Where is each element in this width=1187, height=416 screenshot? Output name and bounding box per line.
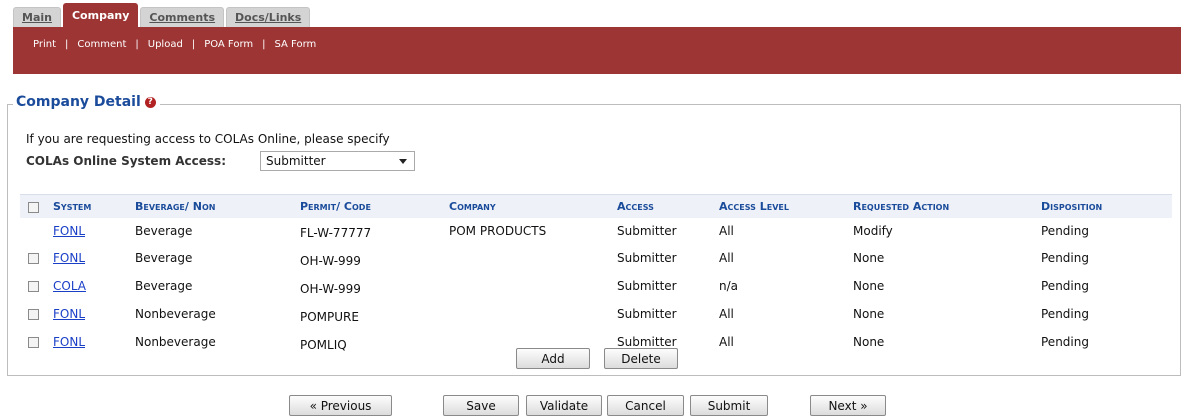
previous-button[interactable]: « Previous	[289, 395, 392, 416]
cell-requested-action: None	[853, 251, 885, 265]
system-access-select[interactable]: Submitter	[260, 151, 415, 171]
col-system[interactable]: System	[53, 194, 135, 218]
action-bar: Print | Comment | Upload | POA Form | SA…	[13, 27, 1181, 74]
row-checkbox[interactable]	[28, 337, 39, 348]
tab-bar: Main Company Comments Docs/Links	[13, 3, 311, 27]
company-table: System Beverage/ Non Permit/ Code Compan…	[20, 194, 1172, 356]
table-row: FONL Nonbeverage POMLIQ Submitter All No…	[20, 328, 1172, 356]
row-checkbox[interactable]	[28, 309, 39, 320]
cell-access: Submitter	[617, 307, 677, 321]
table-row: COLA Beverage OH-W-999 Submitter n/a Non…	[20, 272, 1172, 300]
cell-beverage: Beverage	[135, 279, 193, 293]
cell-requested-action: Modify	[853, 224, 893, 238]
cell-permit: OH-W-999	[300, 282, 361, 296]
cell-beverage: Beverage	[135, 224, 193, 238]
row-checkbox[interactable]	[28, 281, 39, 292]
cell-access-level: All	[719, 224, 734, 238]
cell-beverage: Nonbeverage	[135, 335, 216, 349]
cell-permit: POMLIQ	[300, 338, 347, 352]
cell-access-level: n/a	[719, 279, 739, 293]
add-button[interactable]: Add	[516, 348, 590, 369]
cell-requested-action: None	[853, 335, 885, 349]
cell-access-level: All	[719, 307, 734, 321]
cancel-button[interactable]: Cancel	[607, 395, 684, 416]
separator: |	[65, 39, 69, 50]
save-button[interactable]: Save	[443, 395, 519, 416]
cell-access-level: All	[719, 335, 734, 349]
cell-beverage: Nonbeverage	[135, 307, 216, 321]
access-label: COLAs Online System Access:	[26, 154, 226, 168]
system-link[interactable]: FONL	[53, 335, 85, 349]
upload-link[interactable]: Upload	[148, 39, 183, 50]
col-disposition[interactable]: Disposition	[1041, 194, 1172, 218]
system-link[interactable]: FONL	[53, 224, 85, 238]
cell-requested-action: None	[853, 279, 885, 293]
select-all-cell	[20, 194, 53, 218]
separator: |	[262, 39, 266, 50]
row-checkbox-cell	[20, 218, 53, 244]
cell-access-level: All	[719, 251, 734, 265]
delete-button[interactable]: Delete	[604, 348, 678, 369]
row-checkbox-cell	[20, 328, 53, 356]
cell-access: Submitter	[617, 279, 677, 293]
row-checkbox[interactable]	[28, 253, 39, 264]
row-checkbox-cell	[20, 244, 53, 272]
cell-permit: OH-W-999	[300, 254, 361, 268]
cell-access: Submitter	[617, 251, 677, 265]
section-title-text: Company Detail	[16, 94, 141, 110]
col-permit[interactable]: Permit/ Code	[300, 194, 449, 218]
cell-company: POM PRODUCTS	[449, 224, 547, 238]
system-link[interactable]: FONL	[53, 251, 85, 265]
cell-disposition: Pending	[1041, 251, 1089, 265]
table-row: FONL Beverage FL-W-77777 POM PRODUCTS Su…	[20, 218, 1172, 244]
select-value: Submitter	[266, 154, 326, 168]
cell-disposition: Pending	[1041, 307, 1089, 321]
cell-company	[449, 244, 617, 272]
system-link[interactable]: COLA	[53, 279, 86, 293]
tab-main[interactable]: Main	[13, 7, 61, 27]
cell-permit: POMPURE	[300, 310, 359, 324]
col-access[interactable]: Access	[617, 194, 719, 218]
col-access-level[interactable]: Access Level	[719, 194, 853, 218]
tab-docs-links[interactable]: Docs/Links	[226, 7, 311, 27]
table-row: FONL Nonbeverage POMPURE Submitter All N…	[20, 300, 1172, 328]
select-all-checkbox[interactable]	[28, 201, 39, 213]
sa-form-link[interactable]: SA Form	[275, 39, 317, 50]
cell-disposition: Pending	[1041, 335, 1089, 349]
chevron-down-icon	[399, 159, 407, 164]
poa-form-link[interactable]: POA Form	[204, 39, 253, 50]
next-button[interactable]: Next »	[810, 395, 886, 416]
cell-beverage: Beverage	[135, 251, 193, 265]
print-link[interactable]: Print	[33, 39, 56, 50]
validate-button[interactable]: Validate	[526, 395, 602, 416]
table-row: FONL Beverage OH-W-999 Submitter All Non…	[20, 244, 1172, 272]
cell-permit: FL-W-77777	[300, 226, 372, 240]
col-requested-action[interactable]: Requested Action	[853, 194, 1041, 218]
cell-requested-action: None	[853, 307, 885, 321]
separator: |	[135, 39, 139, 50]
submit-button[interactable]: Submit	[690, 395, 768, 416]
table-header-row: System Beverage/ Non Permit/ Code Compan…	[20, 194, 1172, 218]
tab-company[interactable]: Company	[62, 3, 139, 27]
separator: |	[191, 39, 196, 50]
col-company[interactable]: Company	[449, 194, 617, 218]
intro-text: If you are requesting access to COLAs On…	[26, 132, 390, 146]
help-icon[interactable]: ?	[144, 96, 156, 108]
col-beverage[interactable]: Beverage/ Non	[135, 194, 300, 218]
row-checkbox-cell	[20, 300, 53, 328]
section-title: Company Detail ?	[13, 94, 160, 110]
comment-link[interactable]: Comment	[77, 39, 126, 50]
system-link[interactable]: FONL	[53, 307, 85, 321]
cell-disposition: Pending	[1041, 224, 1089, 238]
cell-disposition: Pending	[1041, 279, 1089, 293]
cell-access: Submitter	[617, 224, 677, 238]
cell-company	[449, 300, 617, 328]
row-checkbox-cell	[20, 272, 53, 300]
tab-comments[interactable]: Comments	[140, 7, 225, 27]
cell-company	[449, 272, 617, 300]
